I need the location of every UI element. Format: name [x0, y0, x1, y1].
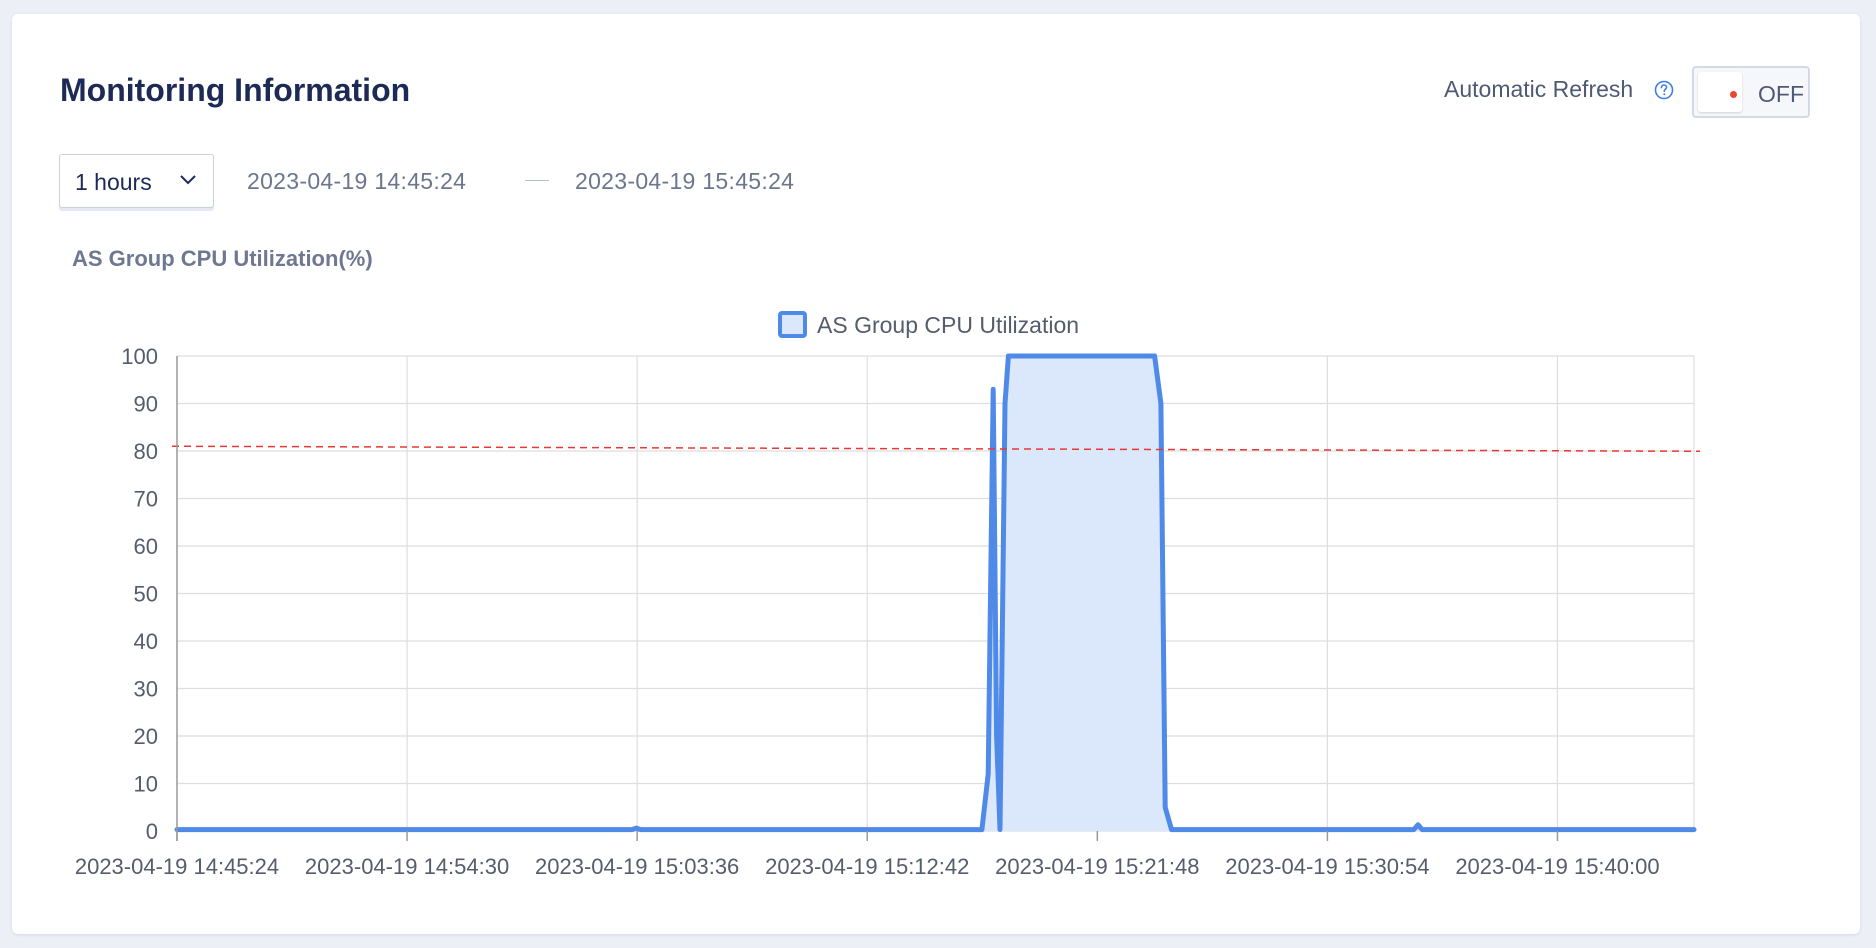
x-tick-label: 2023-04-19 15:03:36 — [535, 854, 739, 879]
y-tick-label: 30 — [134, 677, 158, 702]
y-tick-label: 20 — [134, 724, 158, 749]
chart-legend: AS Group CPU Utilization — [778, 311, 1079, 338]
cpu-utilization-chart: 0 10 20 30 40 50 60 70 80 90 100 2023-04-19 14:45:2… — [75, 311, 1701, 879]
y-tick-label: 0 — [146, 819, 158, 844]
y-tick-label: 50 — [134, 582, 158, 607]
y-tick-label: 90 — [134, 392, 158, 417]
y-tick-label: 60 — [134, 534, 158, 559]
y-tick-label: 100 — [121, 344, 158, 369]
legend-swatch[interactable] — [778, 311, 807, 338]
x-tick-label: 2023-04-19 14:54:30 — [305, 854, 509, 879]
y-tick-label: 10 — [134, 772, 158, 797]
x-tick-label: 2023-04-19 15:12:42 — [765, 854, 969, 879]
series-line — [174, 353, 1697, 833]
chart-grid — [176, 355, 1695, 832]
y-tick-label: 40 — [134, 629, 158, 654]
x-tick-label: 2023-04-19 14:45:24 — [75, 854, 279, 879]
y-tick-label: 70 — [134, 487, 158, 512]
y-tick-label: 80 — [134, 439, 158, 464]
legend-label: AS Group CPU Utilization — [817, 312, 1079, 338]
x-tick-label: 2023-04-19 15:21:48 — [995, 854, 1199, 879]
x-tick-label: 2023-04-19 15:40:00 — [1455, 854, 1659, 879]
x-tick-label: 2023-04-19 15:30:54 — [1225, 854, 1429, 879]
